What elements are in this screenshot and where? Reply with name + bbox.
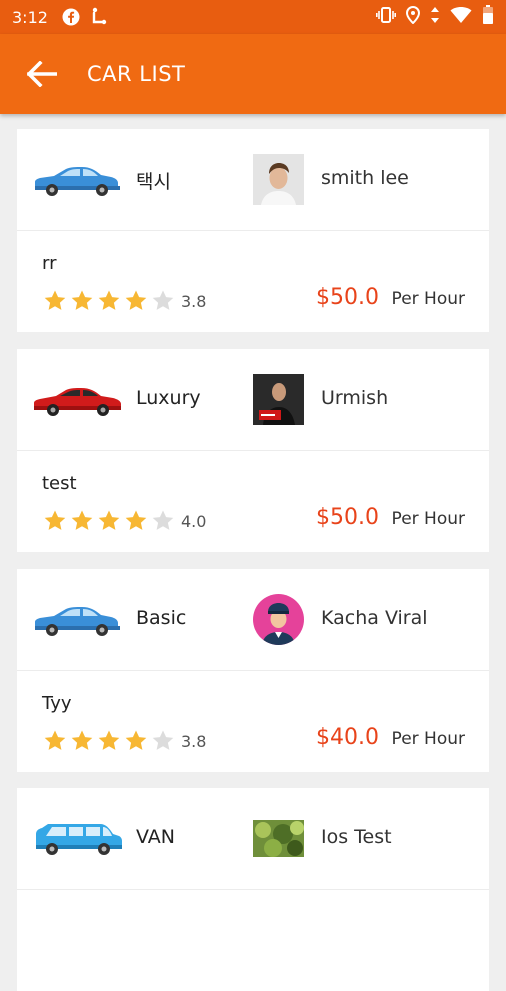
car-type: 택시 — [136, 171, 171, 193]
car-card[interactable]: Luxury Urmish test 4.0 $50.0 Per Hour — [17, 349, 489, 552]
price-unit: Per Hour — [391, 509, 465, 529]
rating-stars: 3.8 — [42, 289, 206, 313]
car-name: Tyy — [42, 693, 72, 714]
car-card[interactable]: Basic Kacha Viral Tyy 3.8 $40.0 Per Hour — [17, 569, 489, 772]
rating-value: 3.8 — [181, 291, 207, 311]
price-unit: Per Hour — [391, 729, 465, 749]
star-icon — [98, 730, 120, 750]
car-name: test — [42, 473, 77, 494]
car-card[interactable]: VAN Ios Test — [17, 788, 489, 991]
driver-name: Kacha Viral — [321, 607, 428, 629]
back-button[interactable] — [20, 52, 64, 96]
star-empty-icon — [152, 730, 174, 750]
price: $40.0 — [316, 725, 379, 750]
star-icon — [71, 290, 93, 310]
status-bar: 3:12 — [0, 0, 506, 34]
star-icon — [71, 730, 93, 750]
star-icon — [125, 290, 147, 310]
star-icon — [44, 510, 66, 530]
star-icon — [98, 510, 120, 530]
car-card-header: VAN Ios Test — [17, 788, 489, 890]
car-card-header: Basic Kacha Viral — [17, 569, 489, 671]
star-icon — [98, 290, 120, 310]
star-icon — [125, 510, 147, 530]
star-icon — [71, 510, 93, 530]
car-name: rr — [42, 253, 57, 274]
car-card-header: Luxury Urmish — [17, 349, 489, 451]
page-title: CAR LIST — [87, 62, 186, 86]
app-bar: CAR LIST — [0, 34, 506, 114]
location-icon — [405, 5, 421, 28]
driver-name: smith lee — [321, 167, 409, 189]
star-icon — [44, 290, 66, 310]
car-icon — [35, 167, 120, 196]
van-icon — [36, 824, 122, 855]
driver-avatar — [253, 820, 304, 857]
star-icon — [125, 730, 147, 750]
car-card[interactable]: 택시 smith lee rr 3.8 $50.0 Per Hour — [17, 129, 489, 332]
car-type: VAN — [136, 826, 175, 848]
car-type: Luxury — [136, 387, 201, 409]
star-empty-icon — [152, 290, 174, 310]
vibrate-icon — [376, 7, 396, 27]
car-type: Basic — [136, 607, 187, 629]
rating-stars: 4.0 — [42, 509, 206, 533]
star-icon — [44, 730, 66, 750]
price: $50.0 — [316, 505, 379, 530]
price-unit: Per Hour — [391, 289, 465, 309]
driver-avatar — [253, 154, 304, 205]
facebook-icon — [62, 8, 80, 26]
status-time: 3:12 — [12, 7, 48, 27]
car-icon — [34, 388, 121, 416]
wifi-icon — [450, 6, 472, 28]
car-icon — [35, 607, 120, 636]
walking-icon — [90, 7, 108, 27]
battery-icon — [482, 5, 494, 29]
price: $50.0 — [316, 285, 379, 310]
rating-value: 4.0 — [181, 511, 207, 531]
driver-avatar — [253, 374, 304, 425]
data-arrows-icon — [430, 6, 440, 28]
star-empty-icon — [152, 510, 174, 530]
rating-stars: 3.8 — [42, 729, 206, 753]
driver-name: Urmish — [321, 387, 389, 409]
car-card-header: 택시 smith lee — [17, 129, 489, 231]
rating-value: 3.8 — [181, 731, 207, 751]
driver-name: Ios Test — [321, 826, 392, 848]
arrow-left-icon — [27, 61, 57, 87]
driver-avatar — [253, 594, 304, 645]
